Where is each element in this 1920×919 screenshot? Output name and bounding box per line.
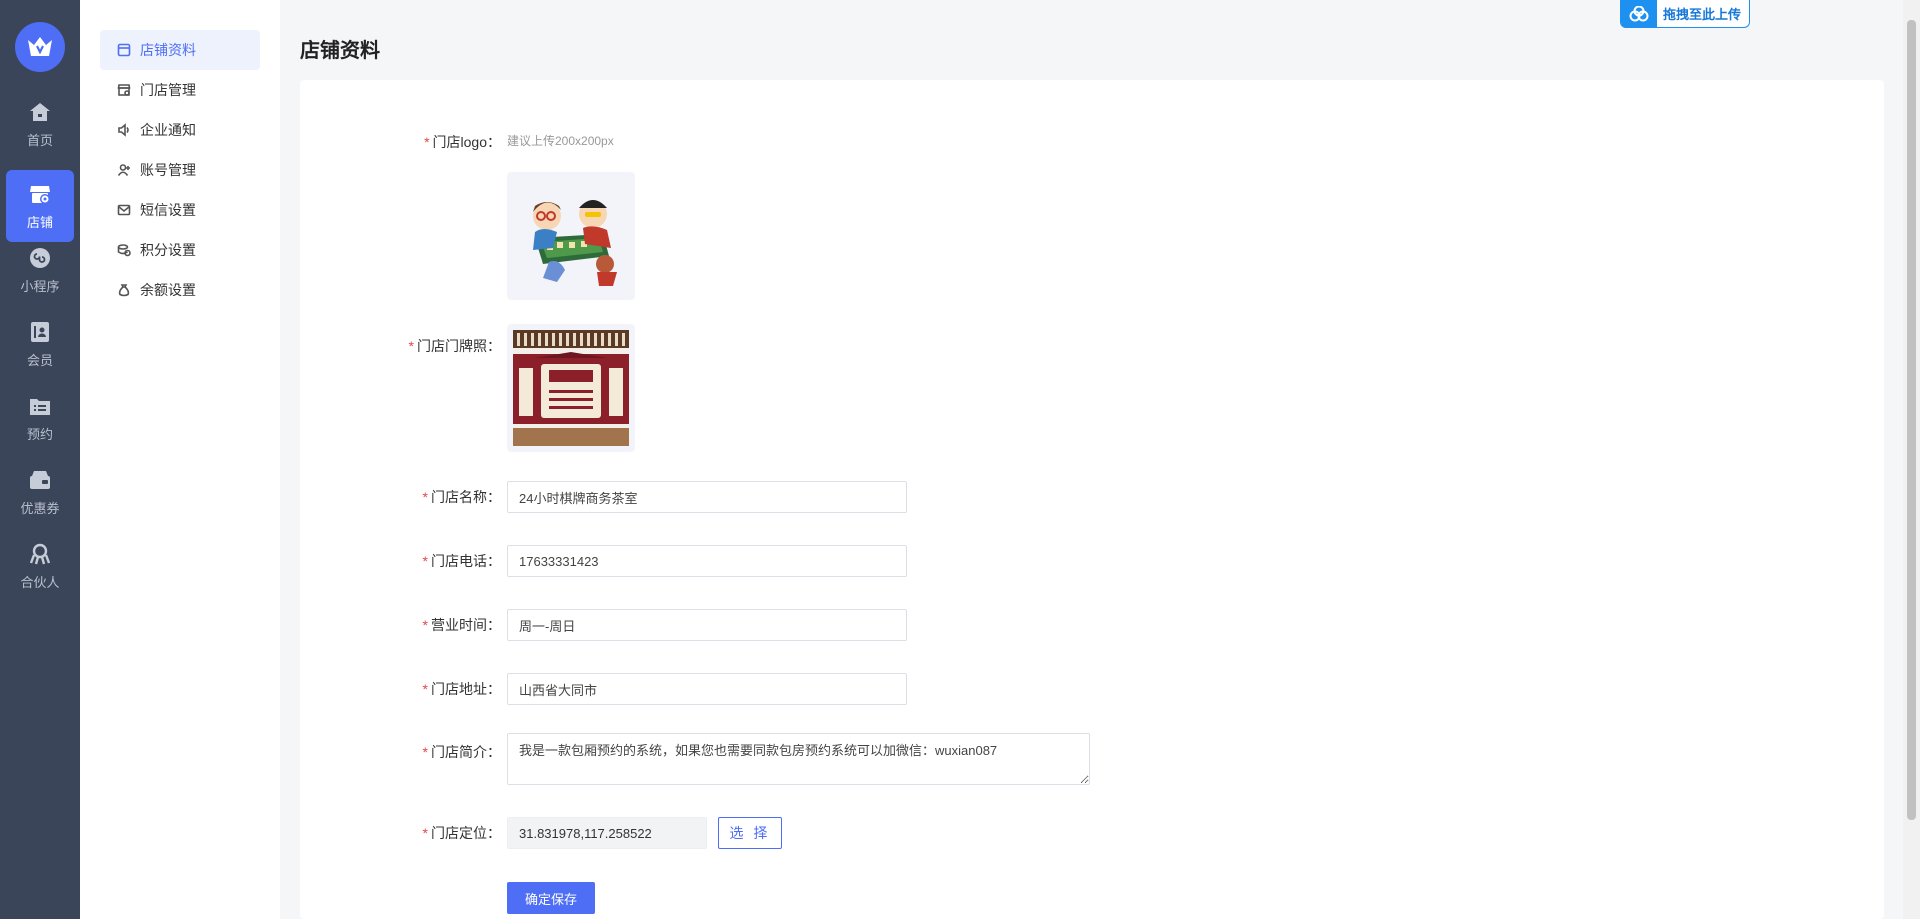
rail-item-reservation[interactable]: 预约 (6, 382, 74, 454)
sign-photo-row: * 门店门牌照： (307, 336, 507, 356)
store-name-input[interactable] (507, 481, 907, 513)
mini-program-icon (27, 245, 53, 271)
page-scrollbar[interactable] (1903, 0, 1920, 919)
submenu-item-balance[interactable]: 余额设置 (100, 270, 260, 310)
crown-logo-icon (28, 37, 52, 56)
required-mark: * (424, 134, 430, 150)
rail-item-label: 首页 (26, 133, 53, 148)
rail-item-member[interactable]: 会员 (6, 308, 74, 380)
reservation-icon (27, 393, 53, 419)
submenu-item-notice[interactable]: 企业通知 (100, 110, 260, 150)
drag-upload-widget[interactable]: 拖拽至此上传 (1620, 0, 1750, 28)
save-button[interactable]: 确定保存 (507, 882, 595, 914)
submenu-item-store-manage[interactable]: 门店管理 (100, 70, 260, 110)
rail-item-label: 优惠券 (20, 501, 60, 516)
store-address-row: * 门店地址： (307, 673, 907, 705)
sign-photo-label: * 门店门牌照： (408, 338, 501, 354)
cloud-upload-icon (1621, 0, 1657, 28)
business-hours-row: * 营业时间： (307, 609, 907, 641)
main-navigation-rail: 首页 店铺 小程序 会员 预约 优惠券 合伙人 (0, 0, 80, 919)
submenu-item-label: 积分设置 (140, 242, 196, 258)
logo-size-hint: 建议上传200x200px (507, 134, 614, 148)
required-mark: * (422, 553, 428, 569)
speaker-icon (116, 122, 132, 138)
store-address-input[interactable] (507, 673, 907, 705)
rail-item-label: 店铺 (26, 215, 53, 230)
business-hours-input[interactable] (507, 609, 907, 641)
submenu-item-account[interactable]: 账号管理 (100, 150, 260, 190)
required-mark: * (422, 617, 428, 633)
secondary-menu: 店铺资料 门店管理 企业通知 账号管理 短信设置 积分设置 余额设置 (80, 0, 280, 919)
member-icon (27, 319, 53, 345)
shop-info-icon (116, 42, 132, 58)
rail-item-partner[interactable]: 合伙人 (6, 530, 74, 602)
rail-item-label: 预约 (26, 427, 53, 442)
partner-icon (27, 541, 53, 567)
submenu-item-label: 账号管理 (140, 162, 196, 178)
store-address-label: * 门店地址： (422, 681, 501, 697)
store-intro-row: * 门店简介： 我是一款包厢预约的系统，如果您也需要同款包房预约系统可以加微信：w… (307, 733, 1090, 785)
store-location-input (507, 817, 707, 849)
app-logo[interactable] (15, 22, 65, 72)
logo-label: * 门店logo： (424, 134, 501, 150)
rail-item-label: 会员 (26, 353, 53, 368)
submenu-item-label: 企业通知 (140, 122, 196, 138)
rail-item-store[interactable]: 店铺 (6, 170, 74, 242)
store-phone-label: * 门店电话： (422, 553, 501, 569)
submenu-item-label: 余额设置 (140, 282, 196, 298)
logo-upload-box[interactable] (507, 172, 635, 300)
submenu-item-points[interactable]: 积分设置 (100, 230, 260, 270)
required-mark: * (422, 744, 428, 760)
business-hours-label: * 营业时间： (422, 617, 501, 633)
logo-row: * 门店logo： 建议上传200x200px (307, 132, 614, 152)
coupon-icon (27, 467, 53, 493)
rail-item-label: 小程序 (20, 279, 60, 294)
required-mark: * (422, 681, 428, 697)
store-name-label: * 门店名称： (422, 489, 501, 505)
logo-image (513, 178, 629, 294)
store-intro-label: * 门店简介： (422, 744, 501, 760)
account-icon (116, 162, 132, 178)
submenu-item-label: 门店管理 (140, 82, 196, 98)
scrollbar-thumb[interactable] (1907, 20, 1916, 820)
store-manage-icon (116, 82, 132, 98)
required-mark: * (422, 825, 428, 841)
rail-item-coupon[interactable]: 优惠券 (6, 456, 74, 528)
store-phone-input[interactable] (507, 545, 907, 577)
store-location-label: * 门店定位： (422, 825, 501, 841)
store-phone-row: * 门店电话： (307, 545, 907, 577)
home-icon (27, 99, 53, 125)
store-name-row: * 门店名称： (307, 481, 907, 513)
sign-photo-upload-box[interactable] (507, 324, 635, 452)
submenu-item-label: 店铺资料 (140, 42, 196, 58)
submenu-item-sms[interactable]: 短信设置 (100, 190, 260, 230)
store-intro-textarea[interactable]: 我是一款包厢预约的系统，如果您也需要同款包房预约系统可以加微信：wuxian08… (507, 733, 1090, 785)
required-mark: * (408, 338, 414, 354)
balance-icon (116, 282, 132, 298)
page-title: 店铺资料 (300, 40, 380, 62)
rail-item-label: 合伙人 (20, 575, 60, 590)
submenu-item-label: 短信设置 (140, 202, 196, 218)
points-icon (116, 242, 132, 258)
mail-icon (116, 202, 132, 218)
store-location-row: *门店定位： 选 择 (307, 817, 782, 849)
pick-location-button[interactable]: 选 择 (718, 817, 782, 849)
required-mark: * (422, 489, 428, 505)
drag-upload-label: 拖拽至此上传 (1663, 7, 1742, 22)
rail-item-mini-program[interactable]: 小程序 (6, 234, 74, 306)
rail-item-home[interactable]: 首页 (6, 88, 74, 160)
sign-photo-image (513, 330, 629, 446)
store-icon (27, 181, 53, 207)
submenu-item-shop-info[interactable]: 店铺资料 (100, 30, 260, 70)
